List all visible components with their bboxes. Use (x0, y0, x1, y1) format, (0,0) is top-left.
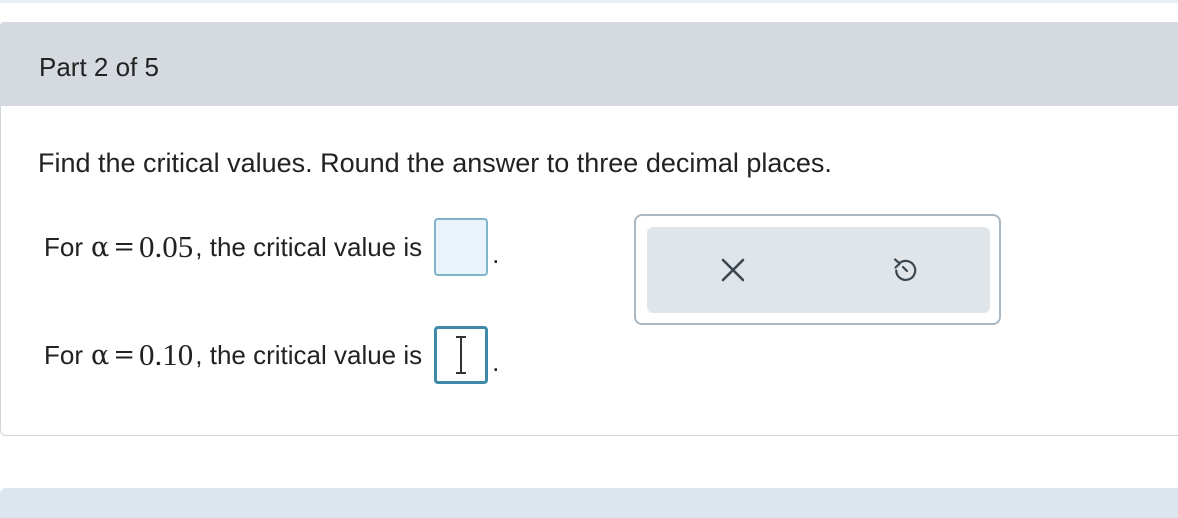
undo-icon (893, 258, 917, 281)
text-cursor-icon (456, 336, 467, 374)
answer-row-alpha-005: For α = 0.05 , the critical value is . (44, 216, 499, 278)
next-part-card (0, 488, 1178, 518)
row-suffix: , the critical value is (195, 339, 423, 370)
equals-sign: = (113, 340, 136, 370)
alpha-symbol: α (91, 339, 110, 371)
toolbox-panel (647, 227, 990, 313)
top-divider (0, 0, 1178, 3)
row-prefix: For (44, 339, 83, 370)
alpha-value: 0.05 (139, 229, 194, 264)
part-title: Part 2 of 5 (39, 52, 159, 82)
alpha-value: 0.10 (139, 337, 194, 372)
answer-row-alpha-010: For α = 0.10 , the critical value is . (44, 324, 499, 386)
critical-value-input-1[interactable] (434, 218, 489, 276)
equals-sign: = (113, 232, 136, 262)
clear-button[interactable] (713, 250, 753, 290)
undo-button[interactable] (885, 250, 925, 290)
question-instructions: Find the critical values. Round the answ… (38, 148, 832, 178)
critical-value-input-2[interactable] (434, 326, 489, 384)
answer-toolbox (634, 214, 1001, 325)
row-prefix: For (44, 231, 83, 262)
row-suffix: , the critical value is (195, 231, 423, 262)
close-icon (721, 258, 745, 282)
row-period: . (492, 347, 500, 377)
part-header (0, 22, 1178, 106)
row-period: . (492, 239, 500, 269)
alpha-symbol: α (91, 231, 110, 263)
